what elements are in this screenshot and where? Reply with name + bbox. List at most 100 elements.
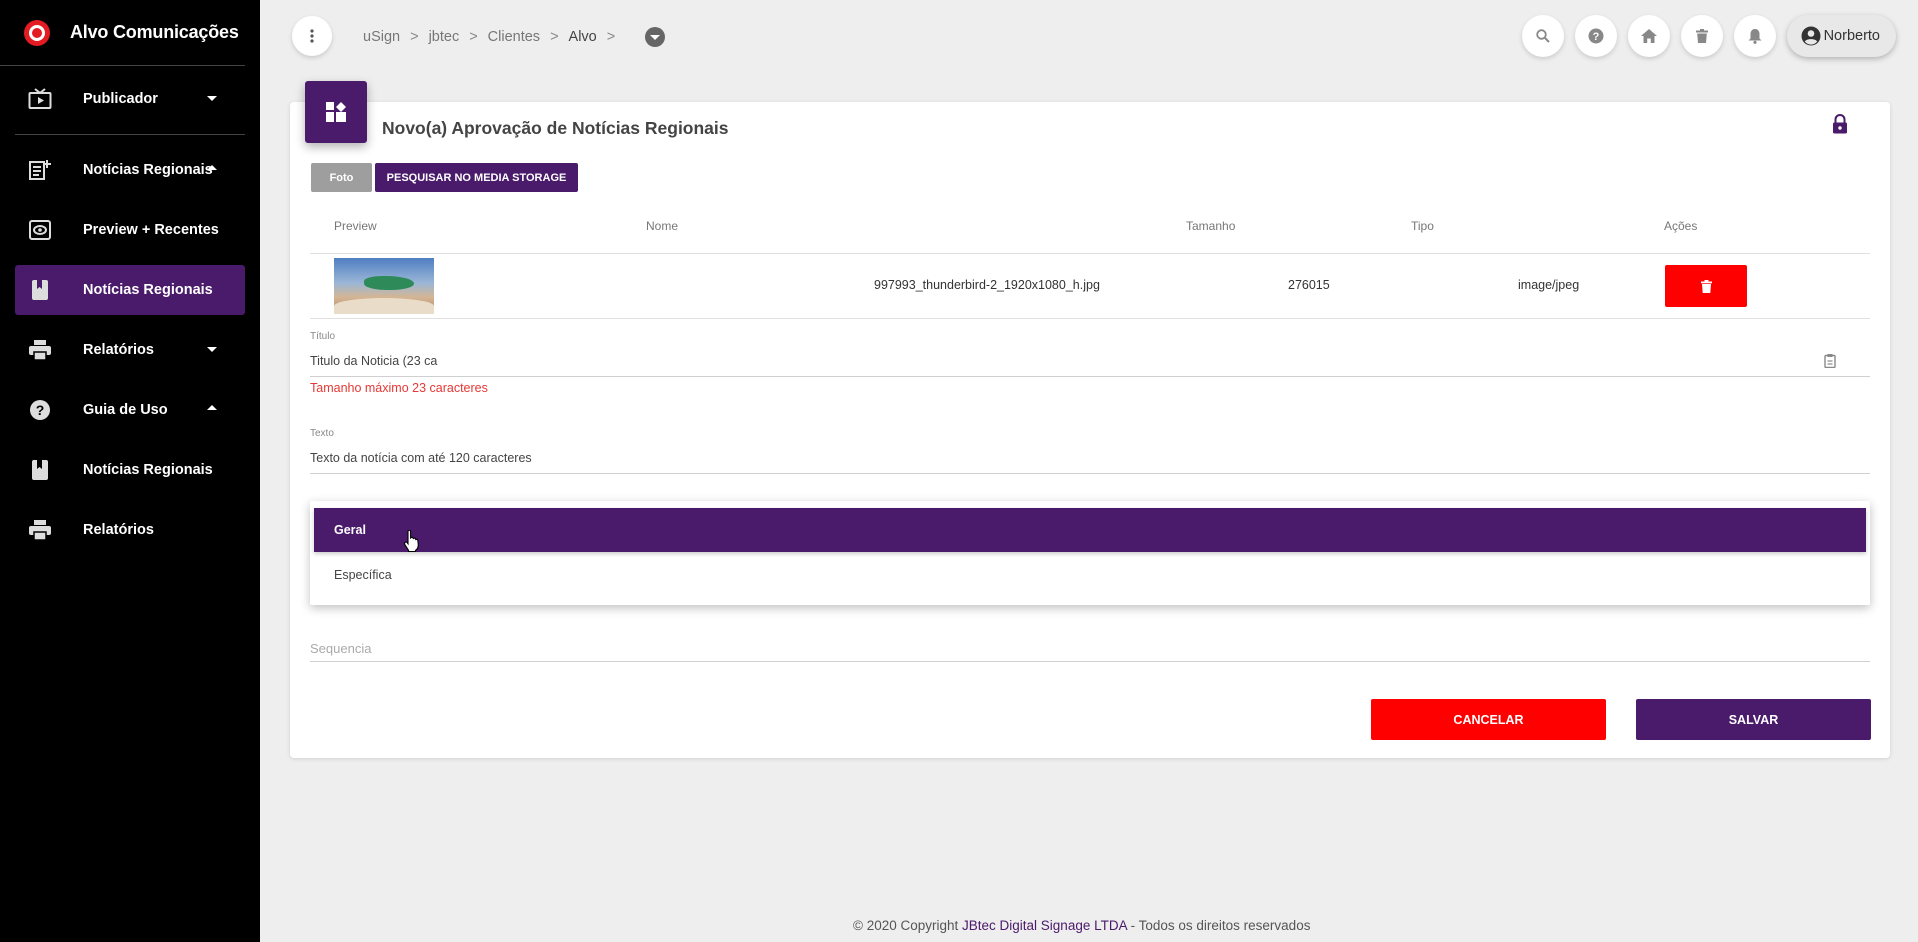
sidebar-item-label: Relatórios xyxy=(83,342,154,358)
sidebar-item-guia-noticias-regionais[interactable]: Notícias Regionais xyxy=(15,445,245,495)
preview-thumbnail[interactable] xyxy=(334,258,434,314)
footer-suffix: - Todos os direitos reservados xyxy=(1126,918,1311,933)
eye-icon xyxy=(25,218,55,242)
texto-label: Texto xyxy=(310,428,334,439)
foto-button[interactable]: Foto xyxy=(311,163,372,192)
user-name: Norberto xyxy=(1823,28,1880,44)
titulo-input[interactable]: Titulo da Noticia (23 ca xyxy=(310,354,437,368)
sidebar-item-label: Notícias Regionais xyxy=(83,162,213,178)
svg-text:?: ? xyxy=(36,402,45,418)
texto-underline xyxy=(310,473,1870,474)
footer-copyright: © 2020 Copyright JBtec Digital Signage L… xyxy=(853,918,1310,933)
printer-icon xyxy=(25,338,55,362)
svg-text:?: ? xyxy=(1592,31,1599,43)
help-button[interactable]: ? xyxy=(1574,15,1617,57)
breadcrumb-dropdown-icon[interactable] xyxy=(645,27,666,47)
search-media-storage-button[interactable]: PESQUISAR NO MEDIA STORAGE xyxy=(375,163,578,192)
sidebar-item-noticias-regionais[interactable]: Notícias Regionais xyxy=(15,265,245,315)
more-menu-button[interactable] xyxy=(292,16,332,56)
file-name: 997993_thunderbird-2_1920x1080_h.jpg xyxy=(874,278,1100,292)
account-circle-icon xyxy=(1801,26,1821,46)
caret-down-icon xyxy=(207,96,217,101)
footer-prefix: © 2020 Copyright xyxy=(853,918,963,933)
book-icon xyxy=(25,458,55,482)
breadcrumb-separator: > xyxy=(606,29,616,45)
help-icon: ? xyxy=(25,398,55,422)
trash-icon xyxy=(1700,279,1712,293)
texto-input[interactable]: Texto da notícia com até 120 caracteres xyxy=(310,451,532,465)
caret-down-icon xyxy=(207,347,217,352)
footer-company-link[interactable]: JBtec Digital Signage LTDA xyxy=(962,918,1127,933)
sequencia-underline xyxy=(310,661,1870,662)
delete-button[interactable] xyxy=(1665,265,1747,307)
column-header-tipo: Tipo xyxy=(1411,219,1434,233)
tv-play-icon xyxy=(25,87,55,111)
caret-up-icon xyxy=(207,165,217,170)
form-card xyxy=(290,102,1890,758)
search-button[interactable] xyxy=(1521,15,1564,57)
brand-title: Alvo Comunicações xyxy=(70,22,239,42)
home-button[interactable] xyxy=(1627,15,1670,57)
sidebar-item-guia-de-uso[interactable]: ? Guia de Uso xyxy=(15,385,245,435)
column-header-acoes: Ações xyxy=(1664,219,1698,233)
sidebar-item-relatorios-group[interactable]: Relatórios xyxy=(15,325,245,375)
book-icon xyxy=(25,278,55,302)
column-header-preview: Preview xyxy=(334,219,377,233)
breadcrumb: uSign > jbtec > Clientes > Alvo > xyxy=(363,27,666,47)
sidebar-item-label: Preview + Recentes xyxy=(83,222,219,238)
sidebar-item-label: Publicador xyxy=(83,91,158,107)
breadcrumb-item-clientes[interactable]: Clientes xyxy=(488,29,540,45)
save-button[interactable]: SALVAR xyxy=(1636,699,1871,740)
home-icon xyxy=(1640,29,1657,43)
clipboard-icon[interactable] xyxy=(1824,354,1836,373)
breadcrumb-item-alvo[interactable]: Alvo xyxy=(569,29,597,45)
breadcrumb-separator: > xyxy=(550,29,559,45)
sidebar-item-preview-recentes[interactable]: Preview + Recentes xyxy=(15,205,245,255)
sequencia-input[interactable]: Sequencia xyxy=(310,641,371,656)
titulo-error: Tamanho máximo 23 caracteres xyxy=(310,381,488,395)
sidebar-item-label: Relatórios xyxy=(83,522,154,538)
media-table-header: Preview Nome Tamanho Tipo Ações xyxy=(310,208,1870,254)
sidebar: Alvo Comunicações Publicador Notícias Re… xyxy=(0,0,260,942)
sidebar-nav: Publicador Notícias Regionais Preview + … xyxy=(0,74,260,555)
sidebar-item-label: Notícias Regionais xyxy=(83,282,213,298)
page-title: Novo(a) Aprovação de Notícias Regionais xyxy=(382,118,729,138)
search-icon xyxy=(1535,29,1550,43)
breadcrumb-separator: > xyxy=(410,29,419,45)
breadcrumb-item-jbtec[interactable]: jbtec xyxy=(429,29,460,45)
dropdown-option-geral[interactable]: Geral xyxy=(314,508,1866,552)
sidebar-item-noticias-regionais-group[interactable]: Notícias Regionais xyxy=(15,145,245,195)
thumbnail-clouds xyxy=(334,298,434,314)
file-type: image/jpeg xyxy=(1518,278,1580,292)
sidebar-item-label: Guia de Uso xyxy=(83,402,168,418)
brand[interactable]: Alvo Comunicações xyxy=(0,0,245,66)
titulo-label: Título xyxy=(310,331,336,342)
bell-icon xyxy=(1748,29,1762,44)
sidebar-item-label: Notícias Regionais xyxy=(83,462,213,478)
brand-logo-icon xyxy=(24,19,50,46)
dropdown-option-especifica[interactable]: Específica xyxy=(314,553,1866,597)
help-icon: ? xyxy=(1588,28,1604,44)
more-vertical-icon xyxy=(310,29,314,43)
breadcrumb-separator: > xyxy=(469,29,478,45)
breadcrumb-item-usign[interactable]: uSign xyxy=(363,29,400,45)
trash-button[interactable] xyxy=(1680,15,1723,57)
top-actions: ? Norberto xyxy=(1511,15,1896,57)
column-header-tamanho: Tamanho xyxy=(1186,219,1236,233)
column-header-nome: Nome xyxy=(646,219,679,233)
file-size: 276015 xyxy=(1288,278,1330,292)
trash-icon xyxy=(1695,29,1708,43)
cancel-button[interactable]: CANCELAR xyxy=(1371,699,1606,740)
dashboard-add-icon xyxy=(305,81,367,143)
caret-up-icon xyxy=(207,405,217,410)
sidebar-item-guia-relatorios[interactable]: Relatórios xyxy=(15,505,245,555)
lock-icon[interactable] xyxy=(1832,113,1848,139)
printer-icon xyxy=(25,518,55,542)
news-add-icon xyxy=(25,158,55,182)
sidebar-item-publicador[interactable]: Publicador xyxy=(15,74,245,124)
titulo-underline xyxy=(310,376,1870,377)
table-row: 997993_thunderbird-2_1920x1080_h.jpg 276… xyxy=(310,254,1870,319)
notifications-button[interactable] xyxy=(1733,15,1776,57)
user-menu-button[interactable]: Norberto xyxy=(1786,15,1896,57)
divider xyxy=(15,134,245,135)
